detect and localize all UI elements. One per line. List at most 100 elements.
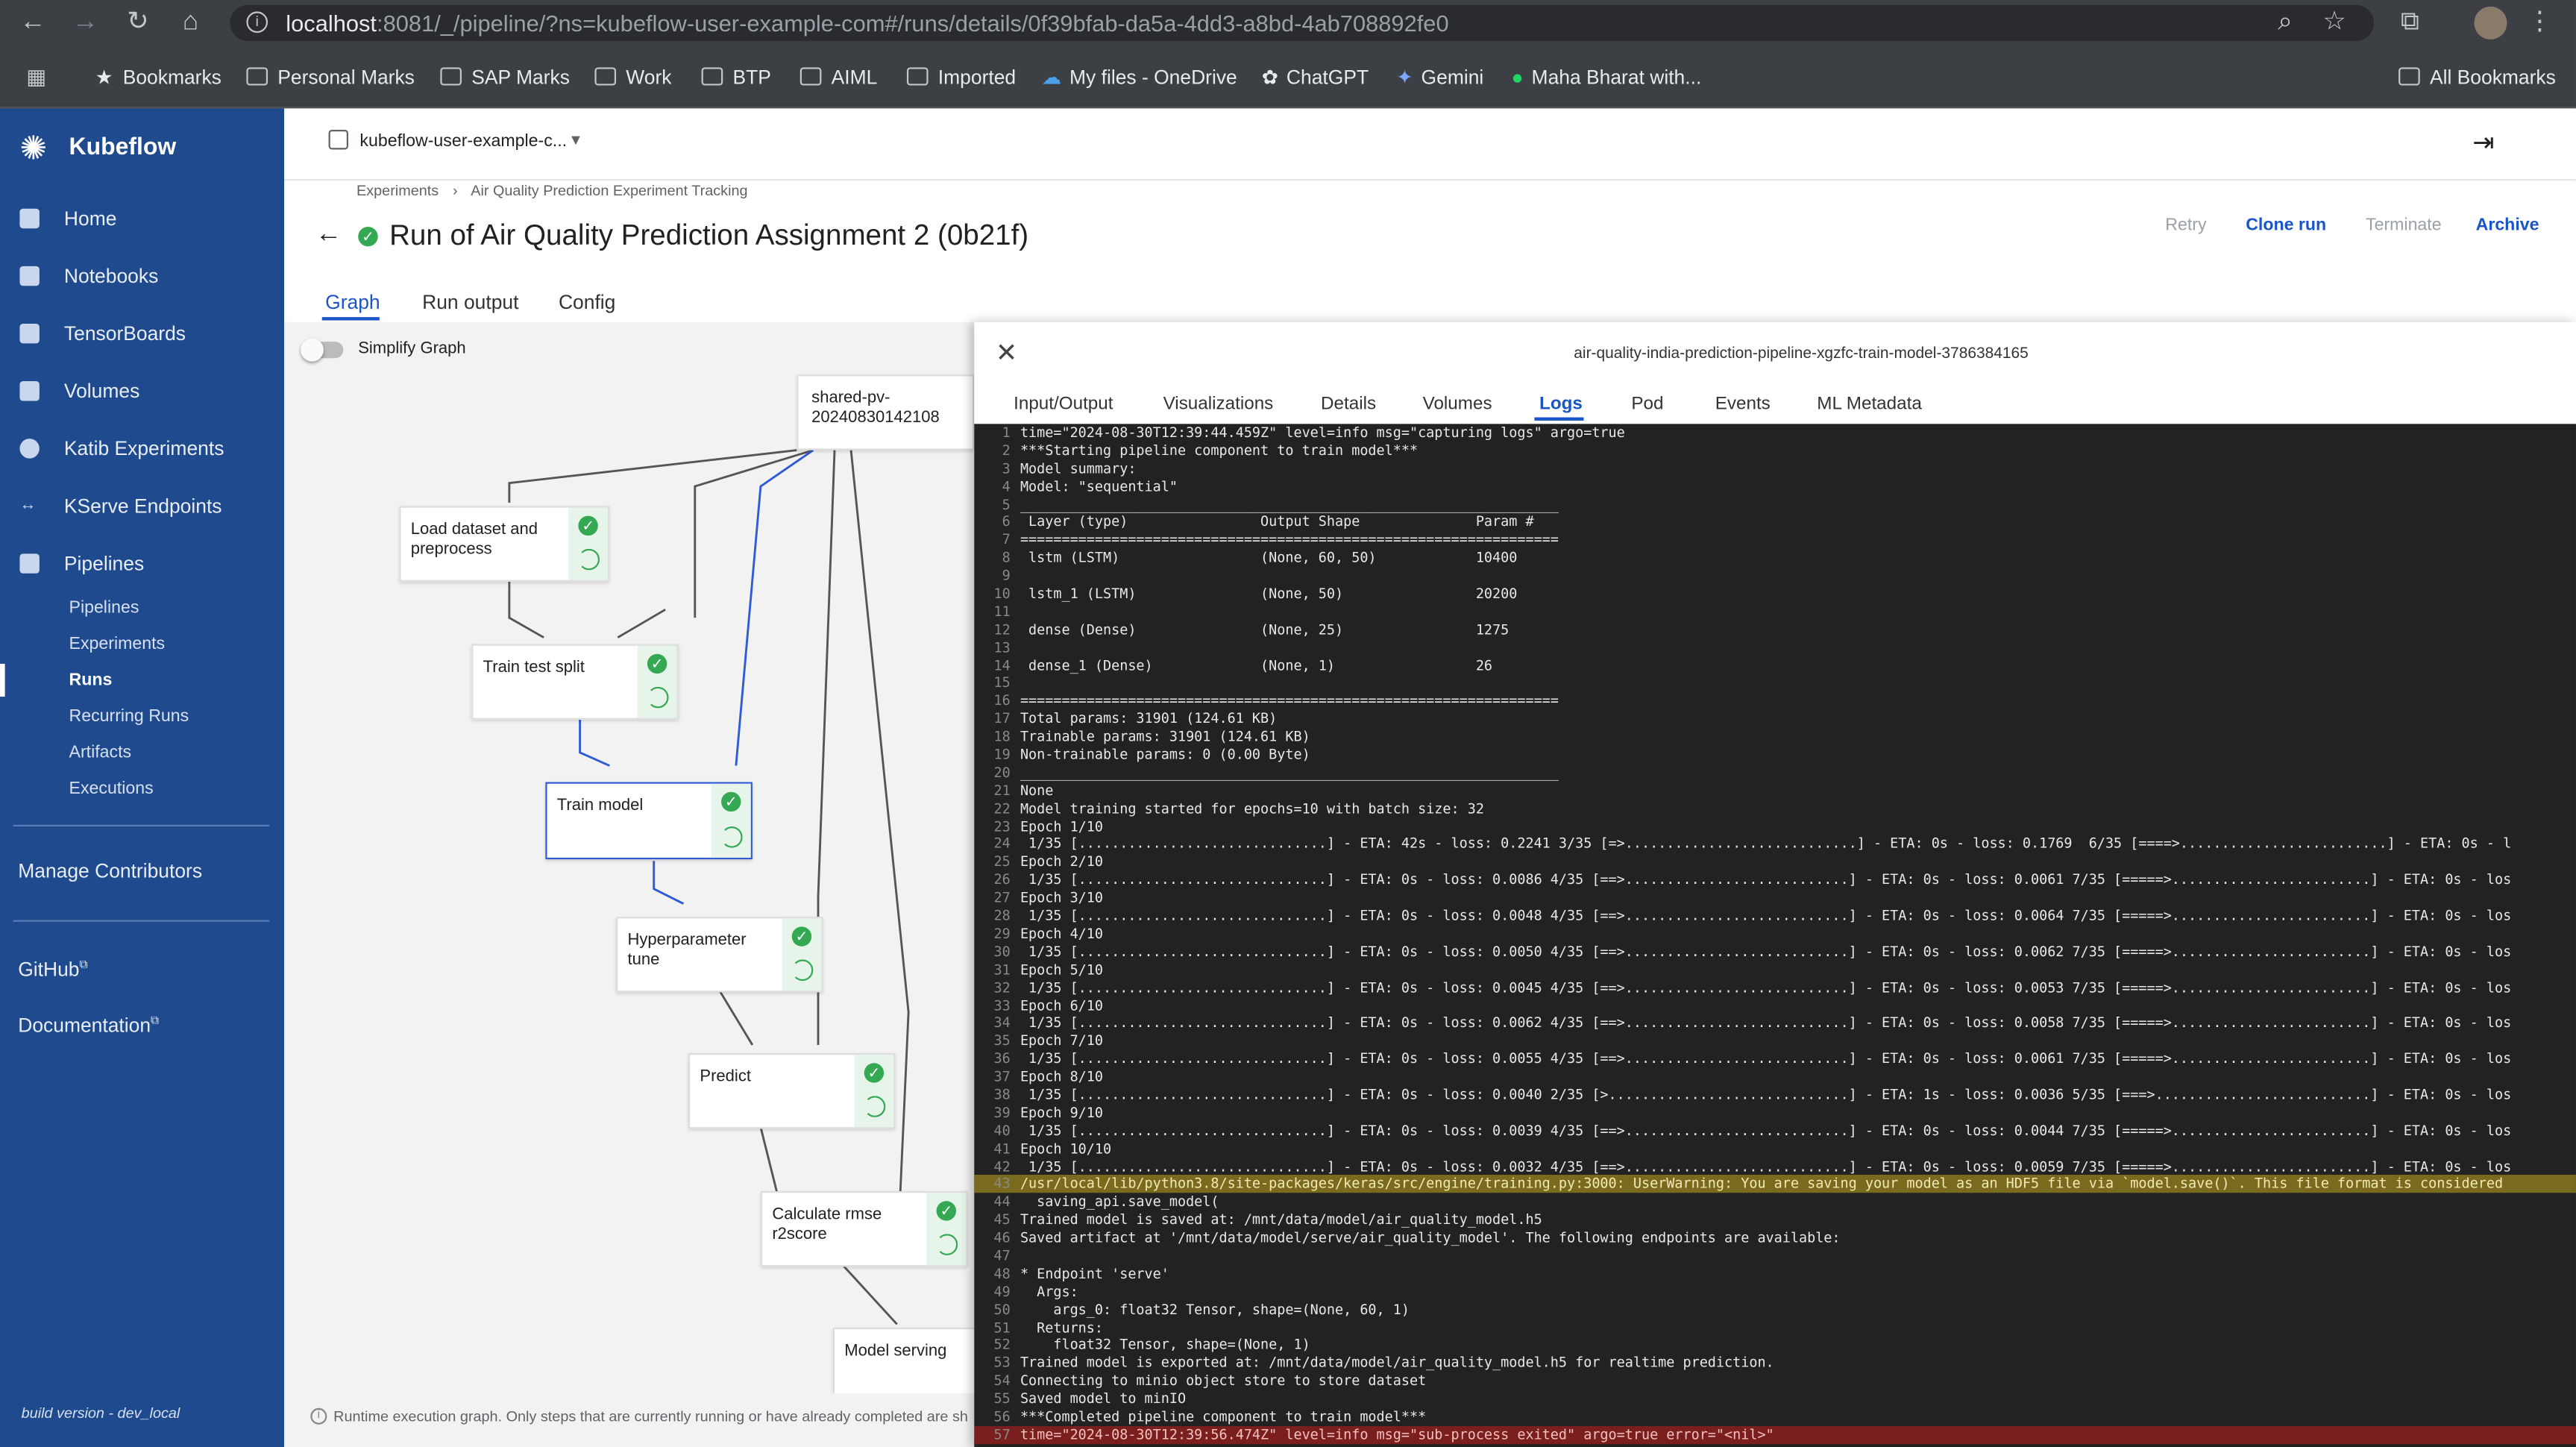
address-bar[interactable]: i localhost:8081/_/pipeline/?ns=kubeflow… [230,4,2375,42]
tab-config[interactable]: Config [559,291,615,314]
sidebar-subitem-experiments[interactable]: Experiments [69,630,166,659]
bookmark-imported[interactable]: Imported [906,64,1017,90]
apps-grid-icon[interactable]: ▦ [26,66,48,87]
panel-tab-pod[interactable]: Pod [1631,395,1663,414]
back-arrow-icon[interactable]: ← [315,220,342,250]
cache-icon [721,826,743,848]
panel-tab-input-output[interactable]: Input/Output [1014,395,1113,414]
breadcrumb-experiment[interactable]: Air Quality Prediction Experiment Tracki… [471,183,747,199]
sidebar-item-pipelines[interactable]: Pipelines [0,536,284,591]
log-line-number: 50 [993,1300,1011,1317]
breadcrumb-experiments[interactable]: Experiments [356,183,439,199]
log-line: 44 saving_api.save_model( [974,1193,2576,1211]
sidebar-divider [13,920,270,922]
all-bookmarks[interactable]: All Bookmarks [2398,64,2556,90]
log-line-text: Trained model is saved at: /mnt/data/mod… [1020,1211,1542,1228]
bookmark-personal[interactable]: Personal Marks [246,64,415,90]
bookmark-label: My files - OneDrive [1069,66,1237,89]
zoom-icon[interactable]: ⌕ [2269,7,2302,40]
node-label: shared-pv-20240830142108 [811,389,940,427]
close-icon[interactable]: ✕ [996,337,1018,370]
forward-icon[interactable]: → [69,7,102,40]
info-icon: i [310,1407,327,1425]
node-load-dataset[interactable]: Load dataset and preprocess ✓ [399,506,610,582]
sidebar-item-volumes[interactable]: Volumes [0,363,284,419]
sidebar-item-home[interactable]: Home [0,191,284,247]
log-line-number: 21 [993,782,1011,799]
cloud-icon: ☁ [1041,66,1062,89]
bookmark-maha[interactable]: ● Maha Bharat with... [1512,64,1702,90]
panel-tab-logs[interactable]: Logs [1539,395,1583,414]
tab-run-output[interactable]: Run output [422,291,518,314]
tab-graph[interactable]: Graph [325,291,380,314]
sidebar-item-notebooks[interactable]: Notebooks [0,248,284,304]
kubeflow-logo-icon: ✺ [19,131,48,168]
archive-button[interactable]: Archive [2476,216,2539,235]
node-train-model[interactable]: Train model ✓ [545,782,753,860]
namespace-selector[interactable]: kubeflow-user-example-c... [359,131,567,151]
node-train-test-split[interactable]: Train test split ✓ [471,644,679,720]
log-line-text: lstm_1 (LSTM) (None, 50) 20200 [1020,585,1559,602]
log-line-text: None [1020,782,1054,799]
extensions-icon[interactable]: ⧉ [2393,7,2426,40]
retry-button[interactable]: Retry [2165,216,2206,235]
bookmark-work[interactable]: Work [594,64,671,90]
back-icon[interactable]: ← [16,7,49,40]
log-line-number: 16 [993,692,1011,709]
star-icon[interactable]: ☆ [2318,7,2351,40]
log-line-number: 33 [993,996,1011,1014]
profile-avatar[interactable] [2474,6,2507,40]
sidebar-item-tensorboards[interactable]: TensorBoards [0,306,284,362]
sidebar-subitem-runs[interactable]: Runs [69,665,113,695]
node-predict[interactable]: Predict ✓ [688,1052,896,1129]
manage-contributors-link[interactable]: Manage Contributors [18,859,202,882]
terminate-button[interactable]: Terminate [2366,216,2442,235]
bookmark-label: Imported [937,66,1017,89]
panel-tab-ml-metadata[interactable]: ML Metadata [1817,395,1922,414]
sidebar-subitem-executions[interactable]: Executions [69,774,154,804]
sidebar-item-label: Home [63,207,117,230]
log-line-number: 41 [993,1139,1011,1156]
bookmark-aiml[interactable]: AIML [799,64,877,90]
gemini-icon: ✦ [1396,66,1413,89]
graph-canvas[interactable]: Simplify Graph shared-pv-20240830142108 … [284,321,1040,1447]
log-line-text: Epoch 7/10 [1020,1032,1104,1049]
log-line-text: Trained model is exported at: /mnt/data/… [1020,1354,1774,1371]
logout-icon[interactable]: ⇥ [2472,127,2495,160]
bookmark-btp[interactable]: BTP [701,64,771,90]
folder-icon [701,67,723,86]
bookmark-star[interactable]: ★ Bookmarks [95,64,222,90]
sidebar-item-kserve[interactable]: ↔ KServe Endpoints [0,478,284,534]
run-details-panel: ✕ air-quality-india-prediction-pipeline-… [974,321,2576,1447]
documentation-link[interactable]: Documentation⧉ [18,1014,159,1037]
reload-icon[interactable]: ↻ [122,7,154,40]
node-calculate-rmse[interactable]: Calculate rmse r2score ✓ [760,1191,968,1267]
chevron-down-icon[interactable]: ▼ [568,131,583,148]
home-icon[interactable]: ⌂ [174,7,207,40]
sidebar-item-label: TensorBoards [63,321,186,345]
panel-tab-volumes[interactable]: Volumes [1423,395,1492,414]
panel-tab-visualizations[interactable]: Visualizations [1163,395,1274,414]
panel-tab-details[interactable]: Details [1321,395,1376,414]
bookmark-onedrive[interactable]: ☁ My files - OneDrive [1042,64,1237,90]
sidebar-subitem-pipelines[interactable]: Pipelines [69,593,139,623]
sidebar-subitem-recurring-runs[interactable]: Recurring Runs [69,702,189,732]
bookmark-sap[interactable]: SAP Marks [440,64,570,90]
node-shared-pv[interactable]: shared-pv-20240830142108 [797,374,975,451]
pipelines-icon [19,553,40,574]
sidebar-item-katib[interactable]: Katib Experiments [0,421,284,477]
bookmark-gemini[interactable]: ✦ Gemini [1396,64,1483,90]
menu-icon[interactable]: ⋮ [2524,7,2557,40]
panel-tab-events[interactable]: Events [1715,395,1771,414]
github-link[interactable]: GitHub⧉ [18,958,87,981]
bookmark-chatgpt[interactable]: ✿ ChatGPT [1262,64,1369,90]
bookmark-label: Work [626,66,672,89]
log-viewer[interactable]: 1 time="2024-08-30T12:39:44.459Z" level=i… [974,424,2576,1447]
node-label: Load dataset and preprocess [410,521,538,559]
node-hyperparameter[interactable]: Hyperparameter tune ✓ [616,917,823,993]
sidebar-subitem-artifacts[interactable]: Artifacts [69,738,132,768]
log-line-number: 53 [993,1354,1011,1371]
site-info-icon[interactable]: i [246,11,268,34]
clone-run-button[interactable]: Clone run [2246,216,2326,235]
arrows-icon: ↔ [19,496,37,515]
